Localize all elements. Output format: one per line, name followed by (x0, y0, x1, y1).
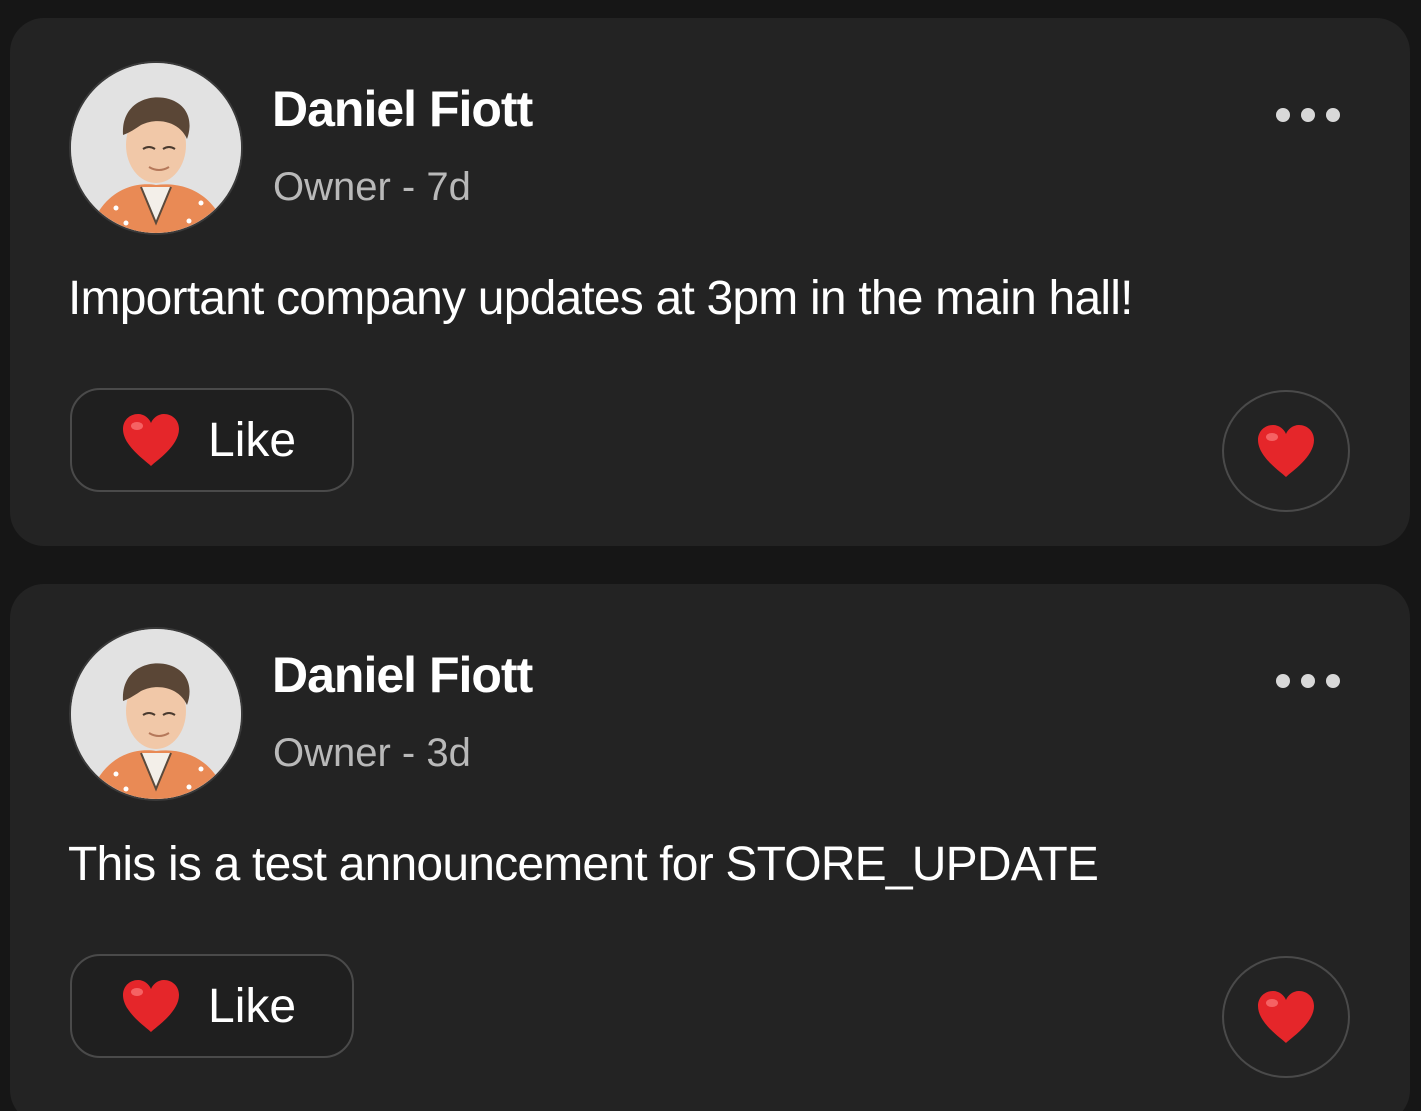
avatar[interactable] (69, 627, 243, 801)
announcement-feed: Daniel Fiott Owner - 7d Important compan… (0, 0, 1421, 1111)
more-dot (1326, 108, 1340, 122)
author-role-timestamp: Owner - 3d (273, 731, 471, 775)
heart-icon (1258, 425, 1314, 477)
avatar[interactable] (69, 61, 243, 235)
more-dots-icon (1276, 108, 1290, 122)
heart-icon (1258, 991, 1314, 1043)
more-dots-icon (1276, 674, 1290, 688)
more-options-button[interactable] (1276, 666, 1340, 696)
author-role-timestamp: Owner - 7d (273, 165, 471, 209)
more-dot (1301, 108, 1315, 122)
post-card: Daniel Fiott Owner - 7d Important compan… (10, 18, 1410, 546)
more-options-button[interactable] (1276, 100, 1340, 130)
more-dot (1301, 674, 1315, 688)
heart-icon (123, 980, 179, 1032)
post-body: Important company updates at 3pm in the … (68, 272, 1133, 325)
post-card: Daniel Fiott Owner - 3d This is a test a… (10, 584, 1410, 1111)
react-heart-button[interactable] (1222, 956, 1350, 1078)
react-heart-button[interactable] (1222, 390, 1350, 512)
like-label: Like (208, 413, 297, 467)
like-button[interactable]: Like (70, 954, 354, 1058)
like-button[interactable]: Like (70, 388, 354, 492)
like-label: Like (208, 979, 297, 1033)
post-body: This is a test announcement for STORE_UP… (68, 838, 1099, 891)
heart-icon (123, 414, 179, 466)
author-name[interactable]: Daniel Fiott (272, 646, 533, 704)
more-dot (1326, 674, 1340, 688)
author-name[interactable]: Daniel Fiott (272, 80, 533, 138)
